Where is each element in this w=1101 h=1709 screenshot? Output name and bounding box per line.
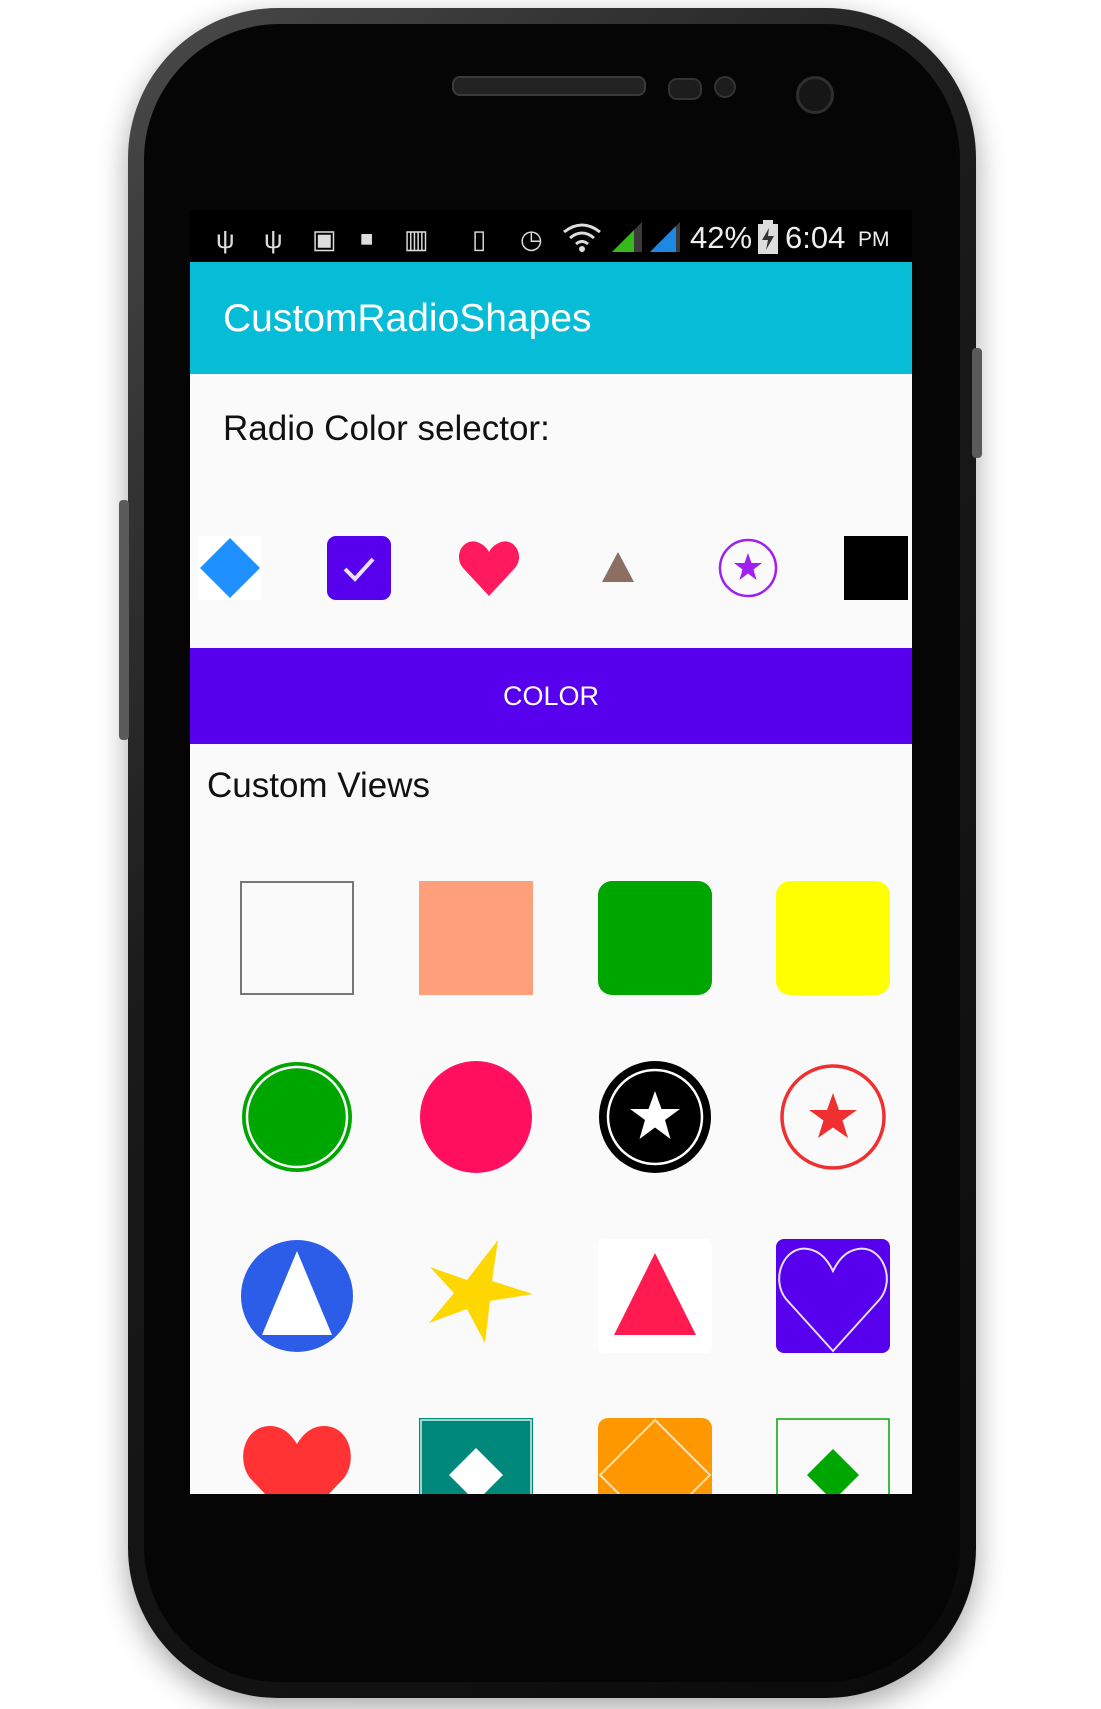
main-content: Radio Color selector: COLOR Custom Views [190,374,912,1494]
custom-view-triangle-white[interactable] [598,1239,712,1353]
radio-option-triangle[interactable] [586,536,650,600]
radio-option-diamond[interactable] [198,536,262,600]
screen: ψ ψ ▣ ■ ▥ ▯ ◷ 42% 6:04 PM CustomRadioSha… [190,210,912,1494]
custom-view-pink-circle[interactable] [419,1060,533,1174]
alarm-icon: ◷ [520,224,543,254]
signal-icon [650,222,680,252]
barcode-icon: ▥ [404,224,429,254]
custom-view-salmon-square[interactable] [419,881,533,995]
usb-icon: ψ [216,224,235,254]
sd-card-icon: ▣ [312,224,337,254]
clock-ampm: PM [858,228,890,251]
app-title: CustomRadioShapes [223,297,592,340]
custom-view-yellow-star[interactable] [419,1239,533,1353]
custom-view-diamond-orange-square[interactable] [598,1418,712,1494]
signal-icon [612,222,642,252]
custom-view-triangle-circle[interactable] [240,1239,354,1353]
custom-view-green-rounded-square[interactable] [598,881,712,995]
radio-option-checked-square[interactable] [327,536,391,600]
custom-view-green-ring-circle[interactable] [240,1060,354,1174]
usb-icon: ψ [264,224,283,254]
custom-view-heart-square[interactable] [776,1239,890,1353]
radio-option-heart[interactable] [457,536,521,600]
proximity-sensor [668,78,702,100]
clock-time: 6:04 [785,220,846,255]
custom-view-star-outline-circle[interactable] [776,1060,890,1174]
app-bar: CustomRadioShapes [190,262,912,374]
earpiece-speaker [452,76,646,96]
custom-view-diamond-outline-square[interactable] [776,1418,890,1494]
custom-view-diamond-teal-square[interactable] [419,1418,533,1494]
custom-view-red-heart[interactable] [240,1418,354,1494]
front-camera [796,76,834,114]
vibrate-icon: ▯ [472,224,487,254]
light-sensor [714,76,736,98]
color-button[interactable]: COLOR [190,648,912,744]
custom-views-label: Custom Views [207,766,431,805]
wifi-icon [563,223,601,252]
status-bar: ψ ψ ▣ ■ ▥ ▯ ◷ 42% 6:04 PM [190,210,912,262]
battery-percent: 42% [690,220,753,255]
custom-view-star-black-circle[interactable] [598,1060,712,1174]
custom-view-outline-square[interactable] [240,881,354,995]
volume-button [119,500,129,740]
radio-section-label: Radio Color selector: [223,409,550,448]
battery-charging-icon [758,220,778,254]
power-button [972,348,982,458]
radio-option-star-circle[interactable] [716,536,780,600]
lock-icon: ■ [360,226,374,251]
radio-option-square[interactable] [844,536,908,600]
custom-view-yellow-rounded-square[interactable] [776,881,890,995]
